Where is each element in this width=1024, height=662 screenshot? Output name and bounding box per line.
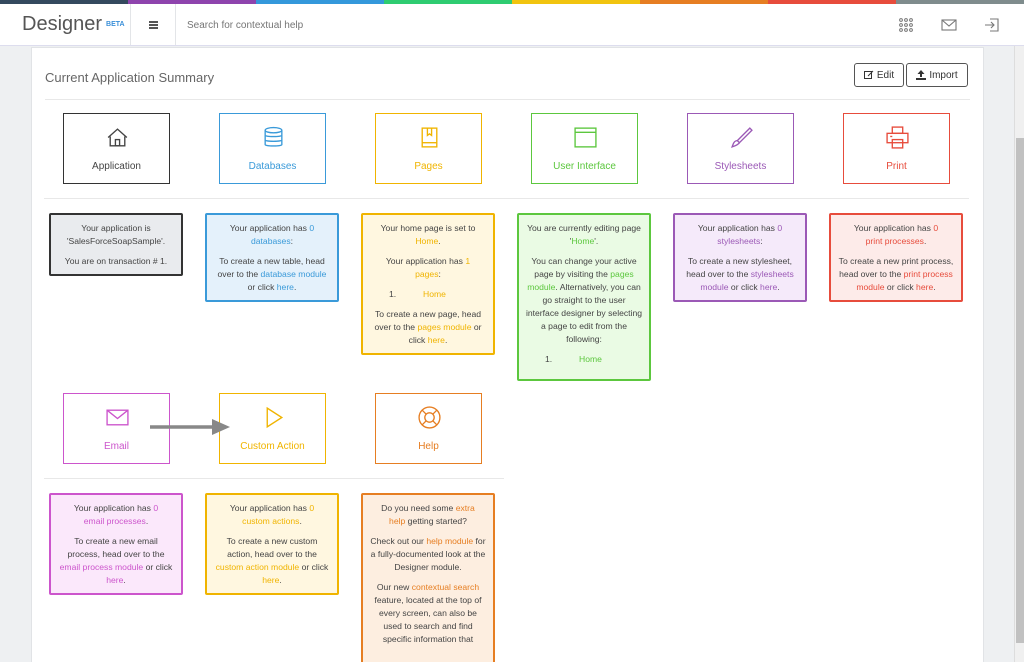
brand-logo[interactable]: Designer BETA [22,13,125,36]
tile-label: Application [92,161,141,172]
life-ring-icon [418,406,441,429]
custom-action-here-link[interactable]: here [262,575,279,585]
email-info-box: Your application has 0 email processes. T… [49,493,183,595]
help-info-box: Do you need some extra help getting start… [361,493,495,662]
menu-toggle-button[interactable] [130,4,176,45]
database-icon [264,126,283,147]
print-module-tile[interactable]: Print [843,113,950,184]
upload-icon [916,70,927,80]
home-page-link[interactable]: Home [415,236,438,246]
tile-label: Custom Action [240,441,305,452]
title-divider [45,99,970,100]
list-item: 1. Home [369,288,487,301]
custom-action-info-box: Your application has 0 custom actions. To… [205,493,339,595]
email-process-module-link[interactable]: email process module [60,562,144,572]
custom-actions-link[interactable]: custom actions [242,516,299,526]
print-here-link[interactable]: here [916,282,933,292]
page-list-home-link[interactable]: Home [409,288,487,301]
window-icon [574,127,597,148]
top-header: Designer BETA [0,4,1024,46]
tile-label: User Interface [553,161,616,172]
email-here-link[interactable]: here [106,575,123,585]
book-icon [421,127,438,148]
user-interface-info-box: You are currently editing page 'Home'. Y… [517,213,651,381]
custom-action-module-tile[interactable]: Custom Action [219,393,326,464]
brand-name: Designer [22,13,103,35]
sign-out-icon[interactable] [984,17,1000,33]
contextual-search-link[interactable]: contextual search [412,582,479,592]
grid-icon[interactable] [898,17,914,33]
list-item: 1. Home [525,353,643,366]
edit-button[interactable]: Edit [854,63,904,87]
databases-link[interactable]: databases [251,236,291,246]
stylesheets-link[interactable]: stylesheets [717,236,760,246]
pages-count-link[interactable]: 1 [465,256,470,266]
current-page-link[interactable]: Home [571,236,594,246]
hamburger-icon [148,20,158,29]
user-interface-module-tile[interactable]: User Interface [531,113,638,184]
tile-label: Help [418,441,439,452]
tile-label: Pages [414,161,443,172]
tile-label: Email [103,441,129,452]
pages-here-link[interactable]: here [428,335,445,345]
pages-module-link[interactable]: pages module [417,322,471,332]
pages-link[interactable]: pages [415,269,438,279]
import-button-label: Import [929,69,958,81]
scrollbar-thumb[interactable] [1016,138,1024,643]
edit-icon [863,70,874,79]
help-module-tile[interactable]: Help [375,393,482,464]
databases-module-tile[interactable]: Databases [219,113,326,184]
play-icon [266,406,284,429]
stylesheets-count-link[interactable]: 0 [777,223,782,233]
application-module-tile[interactable]: Application [63,113,170,184]
print-count-link[interactable]: 0 [933,223,938,233]
print-processes-link[interactable]: print processes [866,236,924,246]
home-icon [107,128,128,147]
pages-module-tile[interactable]: Pages [375,113,482,184]
databases-info-box: Your application has 0 databases: To crea… [205,213,339,302]
email-processes-link[interactable]: email processes [84,516,146,526]
tile-label: Print [886,161,907,172]
ui-page-home-link[interactable]: Home [565,353,643,366]
edit-button-label: Edit [876,69,895,81]
extra-help-link[interactable]: extra [456,503,475,513]
envelope-icon [106,409,129,426]
pages-info-box: Your home page is set to Home. Your appli… [361,213,495,355]
stylesheets-here-link[interactable]: here [760,282,777,292]
mail-icon[interactable] [941,17,957,33]
contextual-help-search-input[interactable] [187,16,687,34]
print-info-box: Your application has 0 print processes. T… [829,213,963,302]
custom-action-module-link[interactable]: custom action module [216,562,300,572]
email-count-link[interactable]: 0 [153,503,158,513]
tile-label: Stylesheets [714,161,767,172]
application-info-box: Your application is 'SalesForceSoapSample… [49,213,183,276]
databases-count-link[interactable]: 0 [309,223,314,233]
databases-here-link[interactable]: here [277,282,294,292]
pointer-arrow [150,419,230,435]
database-module-link[interactable]: database module [261,269,327,279]
beta-badge: BETA [106,21,125,29]
help-link[interactable]: help [389,516,405,526]
stylesheets-info-box: Your application has 0 stylesheets: To cr… [673,213,807,302]
custom-action-count-link[interactable]: 0 [309,503,314,513]
brush-icon [731,127,753,148]
stylesheets-module-tile[interactable]: Stylesheets [687,113,794,184]
row-divider [44,478,504,479]
tile-label: Databases [248,161,297,172]
page-scrollbar[interactable] [1014,46,1024,662]
row-divider [44,198,969,199]
page-title: Current Application Summary [45,70,215,85]
help-module-link[interactable]: help module [426,536,473,546]
printer-icon [886,126,909,149]
import-button[interactable]: Import [906,63,968,87]
